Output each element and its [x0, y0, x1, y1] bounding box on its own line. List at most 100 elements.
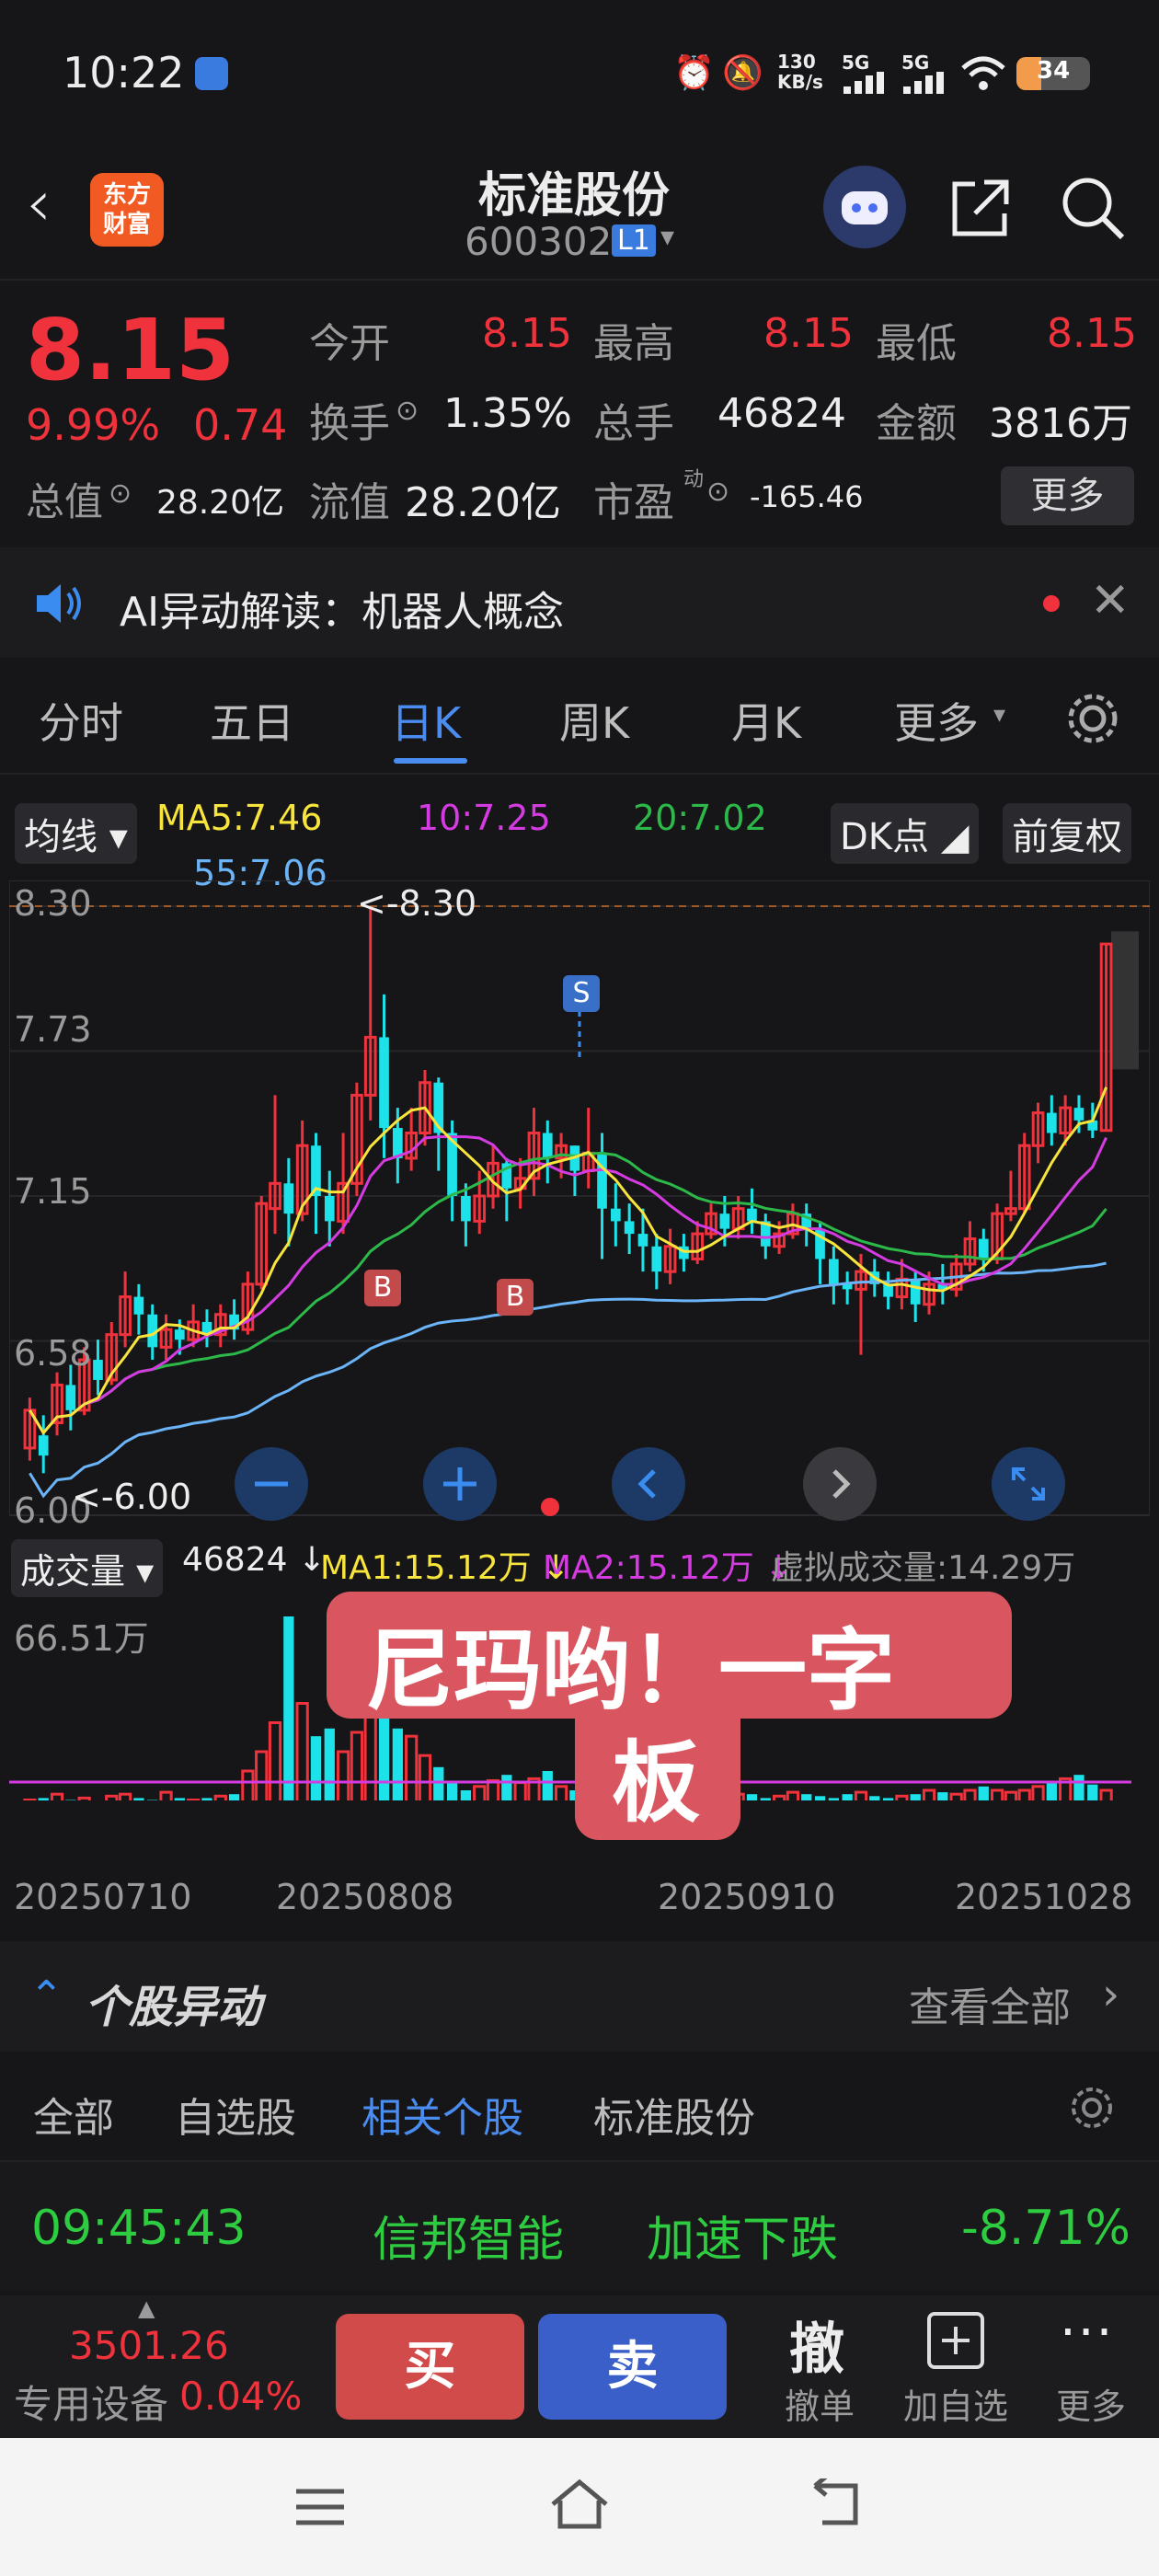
- moves-filter-tabs: 全部 自选股 相关个股 标准股份: [0, 2052, 1159, 2162]
- chevron-right-icon[interactable]: ›: [1102, 1969, 1119, 2020]
- buy-signal-badge[interactable]: B: [364, 1270, 401, 1306]
- ai-robot-icon[interactable]: [823, 166, 906, 248]
- logo: 东方 财富: [90, 173, 164, 247]
- move-time: 09:45:43: [31, 2201, 247, 2256]
- zoom-in-button[interactable]: [423, 1447, 497, 1521]
- price-change: 0.74: [193, 400, 288, 450]
- sector-name[interactable]: 专用设备: [14, 2374, 168, 2430]
- volume-bar: [1073, 1775, 1084, 1800]
- add-watchlist-icon[interactable]: [927, 2312, 984, 2369]
- stock-header: ‹ 东方 财富 标准股份 600302 L1 ▾: [0, 147, 1159, 281]
- volume-bar: [268, 1721, 282, 1800]
- volume-bar: [187, 1799, 201, 1800]
- move-stock-name[interactable]: 信邦智能: [373, 2201, 564, 2270]
- candle: [65, 1385, 76, 1410]
- settings-icon[interactable]: [1067, 2083, 1117, 2133]
- volume-bar: [1087, 1784, 1098, 1800]
- signal-5g-2: 5G: [901, 52, 930, 74]
- adjust-button[interactable]: 前复权: [1003, 803, 1131, 864]
- zoom-out-button[interactable]: [235, 1447, 308, 1521]
- move-event: 加速下跌: [647, 2213, 839, 2268]
- caret-up-icon: ▲: [138, 2295, 155, 2321]
- quote-panel: 8.15 9.99% 0.74 总值 ⊙ 28.20亿 今开 8.15 最高 8…: [0, 282, 1159, 540]
- tab-monthly-k[interactable]: 月K: [731, 690, 801, 751]
- volume-bar: [38, 1798, 49, 1800]
- stock-name: 标准股份: [478, 168, 671, 224]
- page-dot: [541, 1498, 559, 1516]
- buy-button[interactable]: 买: [336, 2314, 524, 2420]
- fullscreen-button[interactable]: [992, 1447, 1065, 1521]
- candle: [910, 1279, 921, 1305]
- vol-ma2: MA2:15.12万 ↓: [543, 1549, 793, 1587]
- sector-index[interactable]: 3501.26: [69, 2323, 229, 2368]
- tab-5day[interactable]: 五日: [210, 690, 294, 751]
- filter-tab-watchlist[interactable]: 自选股: [175, 2085, 296, 2144]
- share-icon[interactable]: [947, 175, 1014, 241]
- scroll-left-button[interactable]: [612, 1447, 685, 1521]
- info-icon[interactable]: ⊙: [706, 476, 729, 508]
- info-icon[interactable]: ⊙: [396, 395, 419, 427]
- collapse-icon[interactable]: ⌃: [29, 1972, 63, 2019]
- settings-icon[interactable]: [1062, 688, 1123, 749]
- filter-tab-related[interactable]: 相关个股: [361, 2085, 523, 2144]
- cancel-order-icon[interactable]: 撤: [789, 2305, 844, 2385]
- add-watchlist-label[interactable]: 加自选: [903, 2378, 1008, 2429]
- sell-button[interactable]: 卖: [538, 2314, 727, 2420]
- candle: [611, 1208, 621, 1222]
- dk-point-button[interactable]: DK点 ◢: [831, 803, 979, 864]
- cancel-order-label[interactable]: 撤单: [785, 2378, 855, 2429]
- candle: [379, 1037, 389, 1129]
- close-icon[interactable]: ✕: [1090, 573, 1130, 628]
- more-dots-icon[interactable]: ···: [1060, 2303, 1114, 2363]
- volume-bar: [23, 1799, 37, 1800]
- signal-bars-icon: [842, 72, 888, 94]
- tab-more[interactable]: 更多: [894, 690, 979, 751]
- caption-line2: 板: [612, 1731, 700, 1834]
- ma5-line: [29, 1087, 1107, 1436]
- candle: [624, 1221, 635, 1235]
- stock-moves-header[interactable]: ⌃ 个股异动 查看全部 ›: [0, 1941, 1159, 2052]
- sector-pct: 0.04%: [179, 2374, 303, 2419]
- scroll-thumb: [1111, 931, 1139, 1070]
- candle: [283, 1183, 294, 1214]
- more-button[interactable]: 更多: [1001, 466, 1134, 525]
- period-tabs: 分时 五日 日K 周K 月K 更多 ▾: [0, 662, 1159, 775]
- system-nav-bar: [0, 2438, 1159, 2576]
- home-icon[interactable]: [547, 2477, 612, 2532]
- info-icon[interactable]: ⊙: [109, 477, 132, 510]
- candle: [324, 1196, 335, 1222]
- view-all-link[interactable]: 查看全部: [909, 1974, 1071, 2033]
- tab-daily-k[interactable]: 日K: [391, 690, 461, 751]
- tab-intraday[interactable]: 分时: [39, 690, 123, 751]
- vol-ma1: MA1:15.12万 ↓: [320, 1549, 570, 1587]
- volume-label: 总手: [593, 400, 674, 447]
- pe-value: -165.46: [750, 479, 864, 514]
- back-icon[interactable]: ‹: [26, 166, 52, 241]
- sell-signal-badge[interactable]: S: [563, 975, 600, 1012]
- filter-tab-stock[interactable]: 标准股份: [593, 2085, 755, 2144]
- list-item[interactable]: 09:45:43 信邦智能 加速下跌 -8.71%: [0, 2162, 1159, 2291]
- volume-bar: [159, 1790, 173, 1800]
- back-nav-icon[interactable]: [809, 2475, 865, 2530]
- tab-weekly-k[interactable]: 周K: [559, 690, 629, 751]
- candle: [461, 1196, 471, 1222]
- dropdown-icon[interactable]: ▾: [660, 221, 674, 253]
- buy-signal-badge[interactable]: B: [497, 1279, 534, 1316]
- volume-indicator-button[interactable]: 成交量 ▾: [11, 1539, 164, 1597]
- dropdown-icon: ▾: [993, 701, 1006, 729]
- candle: [1073, 1108, 1084, 1121]
- volume-bar: [65, 1800, 75, 1801]
- scroll-right-button[interactable]: [803, 1447, 877, 1521]
- filter-tab-all[interactable]: 全部: [33, 2085, 114, 2144]
- high-label: 最高: [593, 320, 674, 367]
- volume-bar: [1017, 1788, 1031, 1800]
- volume-bar: [228, 1794, 240, 1800]
- more-label[interactable]: 更多: [1056, 2378, 1126, 2429]
- level-badge[interactable]: L1: [612, 224, 656, 257]
- y-tick: 7.15: [14, 1171, 92, 1212]
- menu-icon[interactable]: [293, 2484, 348, 2530]
- ai-insight-bar[interactable]: AI异动解读：机器人概念 ✕: [0, 547, 1159, 658]
- ma-selector-button[interactable]: 均线 ▾: [15, 803, 137, 864]
- high-marker: <-8.30: [357, 883, 477, 924]
- search-icon[interactable]: [1058, 173, 1128, 243]
